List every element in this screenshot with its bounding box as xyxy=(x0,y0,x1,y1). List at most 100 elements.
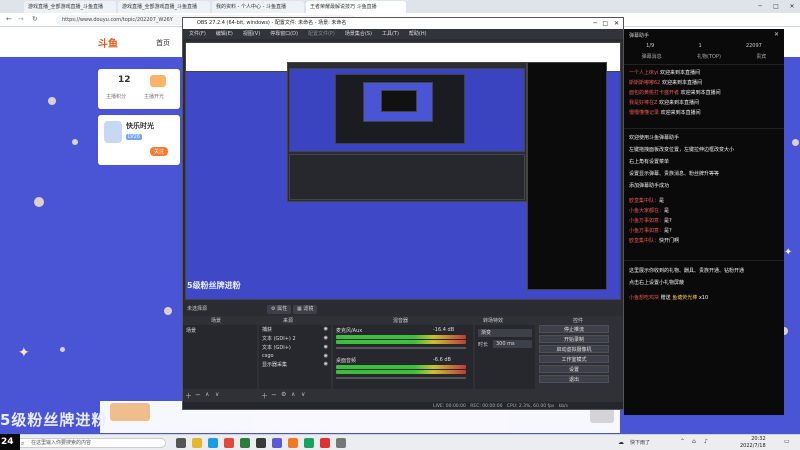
volume-icon[interactable]: ♪ xyxy=(704,438,708,445)
notice-line: 右上角有设置菜单 xyxy=(629,159,670,165)
chrome-icon[interactable] xyxy=(224,438,234,448)
transition-select[interactable]: 渐变 xyxy=(478,329,532,337)
chat-user[interactable]: 小鱼万事如意： xyxy=(629,228,664,234)
source-down-icon[interactable]: ∨ xyxy=(301,391,305,398)
reload-icon[interactable]: ↻ xyxy=(32,15,38,23)
maximize-icon[interactable]: □ xyxy=(602,18,608,29)
exit-button[interactable]: 退出 xyxy=(539,375,609,383)
follow-button[interactable]: 关注 xyxy=(150,147,169,156)
weather-text[interactable]: 快下雨了 xyxy=(630,439,650,446)
event-banner-image[interactable] xyxy=(110,403,150,421)
avatar[interactable] xyxy=(104,121,122,143)
task-view-icon[interactable] xyxy=(176,438,186,448)
chat-user[interactable]: 斯斯斯嘟嘟62 xyxy=(629,80,660,86)
source-up-icon[interactable]: ∧ xyxy=(291,391,295,398)
obs-icon[interactable] xyxy=(256,438,266,448)
menu-item[interactable]: 帮助(H) xyxy=(409,29,427,39)
chat-user[interactable]: 一个人上床yi xyxy=(629,70,658,76)
panel-close-icon[interactable]: ✕ xyxy=(774,31,779,38)
volume-meter xyxy=(336,365,466,369)
chat-user[interactable]: 小鱼大家都在： xyxy=(629,208,664,214)
menu-item[interactable]: 工具(T) xyxy=(382,29,399,39)
obs-preview[interactable]: 5级粉丝牌进粉 xyxy=(185,42,621,300)
panel-tab[interactable]: 弹幕消息 xyxy=(642,53,662,60)
stop-streaming-button[interactable]: 停止推流 xyxy=(539,325,609,333)
browser-tab[interactable]: 游戏直播_全部游戏直播_斗鱼直播 xyxy=(118,1,210,13)
scene-item[interactable]: 场景 xyxy=(183,325,257,336)
filters-button[interactable]: ▦ 滤镜 xyxy=(293,305,318,314)
app-icon[interactable] xyxy=(336,438,346,448)
panel-tab[interactable]: 礼物(TOP) xyxy=(697,53,721,60)
source-item[interactable]: 捕获 ◉ xyxy=(259,325,331,334)
app-icon[interactable] xyxy=(272,438,282,448)
virtual-camera-button[interactable]: 启动虚拟摄像机 xyxy=(539,345,609,353)
streamer-name[interactable]: 快乐时光 xyxy=(126,121,154,131)
chat-user[interactable]: 欧皇集中队： xyxy=(629,198,659,204)
volume-slider[interactable] xyxy=(336,347,466,349)
scene-add-icon[interactable]: ＋ xyxy=(185,391,192,401)
back-icon[interactable]: ← xyxy=(6,15,12,23)
chat-user[interactable]: 欧皇集中队： xyxy=(629,238,659,244)
eye-icon[interactable]: ◉ xyxy=(324,361,328,368)
gift-block: 这里展示你收到的礼物、酬具、贵族开通、钻粉开通 点击右上设置小礼物屏蔽 小鱼想吃… xyxy=(624,260,784,303)
system-clock[interactable]: 20:32 2022/7/18 xyxy=(740,436,766,450)
settings-button[interactable]: 设置 xyxy=(539,365,609,373)
app-icon[interactable] xyxy=(288,438,298,448)
chat-user[interactable]: 面包的黄桃打卡盛开者 xyxy=(629,90,679,96)
duration-input[interactable]: 300 ms xyxy=(493,340,532,348)
browser-tab-active[interactable]: 王者荣耀最解说技巧 斗鱼直播 xyxy=(306,1,406,13)
weather-icon[interactable]: ☁ xyxy=(618,439,624,446)
browser-tab[interactable]: 我的资料 - 个人中心 - 斗鱼直播 xyxy=(212,1,304,13)
source-item[interactable]: 文本 (GDI+) 2 ◉ xyxy=(259,334,331,343)
menu-item[interactable]: 视图(V) xyxy=(243,29,260,39)
minimize-icon[interactable]: ─ xyxy=(593,18,597,29)
eye-icon[interactable]: ◉ xyxy=(324,353,328,359)
start-recording-button[interactable]: 开始录制 xyxy=(539,335,609,343)
controls-dock-title: 控件 xyxy=(573,318,584,324)
close-icon[interactable]: ✕ xyxy=(784,0,800,13)
scene-up-icon[interactable]: ∧ xyxy=(205,391,209,398)
nav-home-link[interactable]: 首页 xyxy=(156,38,170,48)
site-logo[interactable]: 斗鱼 xyxy=(98,35,118,50)
app-icon[interactable] xyxy=(240,438,250,448)
chat-user[interactable]: 小鱼想吃鸡块 xyxy=(629,295,659,301)
panel-tab[interactable]: 贵宾 xyxy=(756,53,766,60)
menu-item[interactable]: 配置文件(P) xyxy=(308,29,335,39)
wechat-icon[interactable] xyxy=(304,438,314,448)
source-item[interactable]: 文本 (GDI+) ◉ xyxy=(259,343,331,352)
minimize-icon[interactable]: ─ xyxy=(752,0,768,13)
scene-remove-icon[interactable]: − xyxy=(195,391,201,399)
menu-item[interactable]: 编辑(E) xyxy=(216,29,233,39)
source-settings-icon[interactable]: ⚙ xyxy=(281,391,286,398)
gift-icon[interactable] xyxy=(150,75,166,87)
menu-item[interactable]: 停靠窗口(D) xyxy=(270,29,298,39)
properties-button[interactable]: ⚙ 属性 xyxy=(267,305,292,314)
maximize-icon[interactable]: □ xyxy=(768,0,784,13)
tray-icon[interactable]: ⌃ xyxy=(680,438,685,445)
network-icon[interactable]: ⌂ xyxy=(692,438,696,445)
source-item[interactable]: 显示器采集 ◉ xyxy=(259,360,331,369)
source-add-icon[interactable]: ＋ xyxy=(261,391,268,401)
chat-user[interactable]: 懵懵懂懂记录 xyxy=(629,110,659,116)
menu-item[interactable]: 文件(F) xyxy=(189,29,206,39)
points-card: 12 主播积分 主播开光 xyxy=(98,69,180,109)
file-explorer-icon[interactable] xyxy=(192,438,202,448)
studio-mode-button[interactable]: 工作室模式 xyxy=(539,355,609,363)
volume-slider[interactable] xyxy=(336,377,466,379)
eye-icon[interactable]: ◉ xyxy=(324,344,328,351)
forward-icon[interactable]: → xyxy=(18,15,24,23)
eye-icon[interactable]: ◉ xyxy=(324,326,328,333)
close-icon[interactable]: ✕ xyxy=(614,18,619,29)
menu-item[interactable]: 场景集合(S) xyxy=(345,29,372,39)
taskbar-search[interactable]: ⌕ 在这里输入你要搜索的内容 xyxy=(16,438,166,448)
chat-user[interactable]: 小鱼万事如意： xyxy=(629,218,664,224)
edge-icon[interactable] xyxy=(208,438,218,448)
scene-down-icon[interactable]: ∨ xyxy=(215,391,219,398)
chat-user[interactable]: 我是好棒在Z xyxy=(629,100,657,106)
notification-icon[interactable]: ▭ xyxy=(784,438,790,445)
source-item[interactable]: csgo ◉ xyxy=(259,352,331,360)
source-remove-icon[interactable]: − xyxy=(271,391,277,399)
browser-tab[interactable]: 游戏直播_全部游戏直播_斗鱼直播 xyxy=(24,1,116,13)
app-icon[interactable] xyxy=(320,438,330,448)
eye-icon[interactable]: ◉ xyxy=(324,335,328,342)
